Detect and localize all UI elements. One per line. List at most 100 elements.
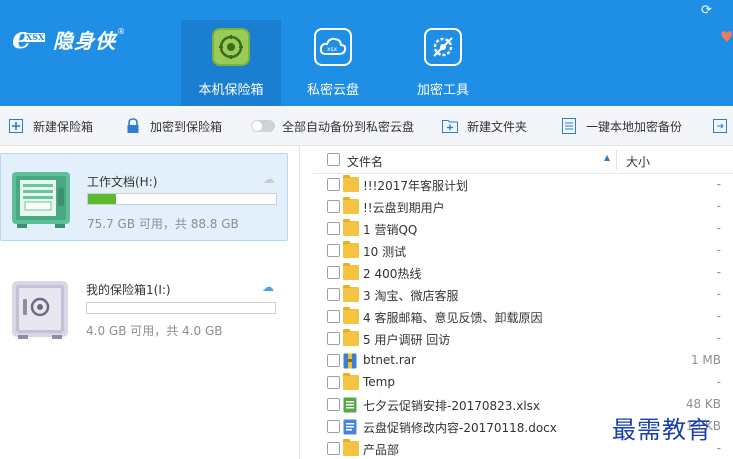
file-name: 3 淘宝、微店客服 bbox=[363, 289, 459, 303]
file-name: Temp bbox=[363, 375, 395, 389]
file-name: !!云盘到期用户 bbox=[363, 201, 445, 215]
new-vault-button[interactable]: 新建保险箱 bbox=[8, 106, 93, 146]
file-list-header: 文件名 ▲ 大小 bbox=[313, 146, 733, 174]
file-name: 4 客服邮箱、意见反馈、卸载原因 bbox=[363, 311, 543, 325]
more-button[interactable] bbox=[712, 106, 733, 146]
row-checkbox[interactable] bbox=[327, 244, 340, 257]
safe-closed-icon bbox=[10, 279, 72, 341]
file-size: - bbox=[716, 331, 721, 345]
plus-icon bbox=[8, 118, 24, 134]
file-row[interactable]: 3 淘宝、微店客服 - bbox=[313, 284, 733, 306]
file-name: btnet.rar bbox=[363, 353, 417, 367]
select-all-checkbox[interactable] bbox=[327, 153, 340, 166]
new-folder-button[interactable]: 新建文件夹 bbox=[442, 106, 527, 146]
column-divider[interactable] bbox=[616, 150, 617, 170]
tab-label: 私密云盘 bbox=[306, 83, 359, 98]
cloud-icon: xsx bbox=[314, 28, 352, 66]
file-name: 七夕云促销安排-20170823.xlsx bbox=[363, 399, 541, 413]
folder-icon bbox=[343, 439, 359, 456]
logo-e-mark: e XSX bbox=[12, 21, 46, 56]
vault-icon bbox=[212, 28, 250, 66]
tab-label: 本机保险箱 bbox=[198, 83, 264, 98]
cloud-sync-icon[interactable]: ☁ bbox=[262, 280, 274, 294]
row-checkbox[interactable] bbox=[327, 398, 340, 411]
file-row[interactable]: 1 营销QQ - bbox=[313, 218, 733, 240]
file-name: 10 测试 bbox=[363, 245, 407, 259]
file-row[interactable]: !!云盘到期用户 - bbox=[313, 196, 733, 218]
lock-icon bbox=[125, 118, 141, 134]
file-name: 5 用户调研 回访 bbox=[363, 333, 451, 347]
vault-name: 工作文档(H:) bbox=[87, 175, 158, 189]
vault-usage-bar bbox=[87, 193, 277, 205]
vault-usage-bar bbox=[86, 302, 276, 314]
row-checkbox[interactable] bbox=[327, 310, 340, 323]
file-row[interactable]: 2 400热线 - bbox=[313, 262, 733, 284]
vault-item-my-vault-1[interactable]: 我的保险箱1(I:) ☁ 4.0 GB 可用，共 4.0 GB bbox=[0, 271, 288, 359]
tab-private-cloud[interactable]: xsx 私密云盘 bbox=[283, 20, 383, 106]
file-row[interactable]: 4 客服邮箱、意见反馈、卸载原因 - bbox=[313, 306, 733, 328]
vault-name: 我的保险箱1(I:) bbox=[86, 283, 171, 297]
file-row[interactable]: 10 测试 - bbox=[313, 240, 733, 262]
tools-icon bbox=[424, 28, 462, 66]
auto-backup-toggle[interactable]: 全部自动备份到私密云盘 bbox=[251, 106, 414, 146]
file-size: 1 MB bbox=[690, 353, 721, 367]
folder-icon bbox=[343, 219, 359, 236]
column-header-size[interactable]: 大小 bbox=[626, 153, 650, 170]
auto-backup-label: 全部自动备份到私密云盘 bbox=[282, 119, 415, 134]
row-checkbox[interactable] bbox=[327, 376, 340, 389]
column-header-name[interactable]: 文件名 bbox=[347, 153, 383, 170]
new-vault-label: 新建保险箱 bbox=[33, 119, 94, 134]
excel-file-icon bbox=[343, 397, 359, 413]
tab-label: 加密工具 bbox=[416, 83, 469, 98]
file-size: - bbox=[716, 441, 721, 455]
encrypt-to-vault-button[interactable]: 加密到保险箱 bbox=[125, 106, 222, 146]
row-checkbox[interactable] bbox=[327, 354, 340, 367]
file-name: !!!2017年客服计划 bbox=[363, 179, 468, 193]
row-checkbox[interactable] bbox=[327, 200, 340, 213]
folder-icon bbox=[343, 329, 359, 346]
row-checkbox[interactable] bbox=[327, 178, 340, 191]
row-checkbox[interactable] bbox=[327, 288, 340, 301]
word-file-icon bbox=[343, 419, 359, 435]
cloud-off-icon[interactable]: ☁ bbox=[263, 172, 275, 186]
row-checkbox[interactable] bbox=[327, 332, 340, 345]
folder-icon bbox=[343, 241, 359, 258]
file-name: 云盘促销修改内容-20170118.docx bbox=[363, 421, 557, 435]
file-row[interactable]: Temp - bbox=[313, 372, 733, 394]
vault-item-work-docs[interactable]: 工作文档(H:) ☁ 75.7 GB 可用，共 88.8 GB bbox=[0, 153, 288, 241]
file-size: - bbox=[716, 265, 721, 279]
new-folder-icon bbox=[442, 118, 458, 134]
file-size: - bbox=[716, 309, 721, 323]
file-size: - bbox=[716, 199, 721, 213]
vault-usage-fill bbox=[88, 194, 116, 204]
vault-size-text: 75.7 GB 可用，共 88.8 GB bbox=[87, 217, 239, 231]
tab-local-vault[interactable]: 本机保险箱 bbox=[181, 20, 281, 106]
folder-icon bbox=[343, 263, 359, 280]
heart-icon[interactable]: ♥ bbox=[720, 28, 733, 46]
file-row[interactable]: !!!2017年客服计划 - bbox=[313, 174, 733, 196]
one-click-backup-button[interactable]: 一键本地加密备份 bbox=[561, 106, 682, 146]
file-size: - bbox=[716, 177, 721, 191]
export-icon bbox=[712, 118, 728, 134]
folder-icon bbox=[343, 285, 359, 302]
row-checkbox[interactable] bbox=[327, 222, 340, 235]
refresh-icon[interactable]: ⟳ bbox=[701, 3, 712, 18]
file-name: 2 400热线 bbox=[363, 267, 422, 281]
vault-panel: 工作文档(H:) ☁ 75.7 GB 可用，共 88.8 GB 我的保险箱1(I… bbox=[0, 146, 300, 459]
toolbar: 新建保险箱 加密到保险箱 全部自动备份到私密云盘 新建文件夹 一键本地加密备份 bbox=[0, 106, 733, 146]
toggle-switch bbox=[251, 120, 275, 132]
file-row[interactable]: btnet.rar 1 MB bbox=[313, 350, 733, 372]
row-checkbox[interactable] bbox=[327, 442, 340, 455]
row-checkbox[interactable] bbox=[327, 420, 340, 433]
one-click-backup-label: 一键本地加密备份 bbox=[586, 119, 683, 134]
tab-encrypt-tools[interactable]: 加密工具 bbox=[393, 20, 493, 106]
file-size: - bbox=[716, 221, 721, 235]
watermark-text: 最需教育 bbox=[612, 416, 712, 444]
svg-text:xsx: xsx bbox=[327, 46, 338, 53]
row-checkbox[interactable] bbox=[327, 266, 340, 279]
rar-file-icon bbox=[343, 353, 359, 369]
folder-icon bbox=[343, 307, 359, 324]
file-row[interactable]: 5 用户调研 回访 - bbox=[313, 328, 733, 350]
new-folder-label: 新建文件夹 bbox=[467, 119, 528, 134]
app-header: e XSX 隐身侠 ® 本机保险箱 xsx 私密云盘 加密工具 ⟳ ♥ bbox=[0, 0, 733, 106]
